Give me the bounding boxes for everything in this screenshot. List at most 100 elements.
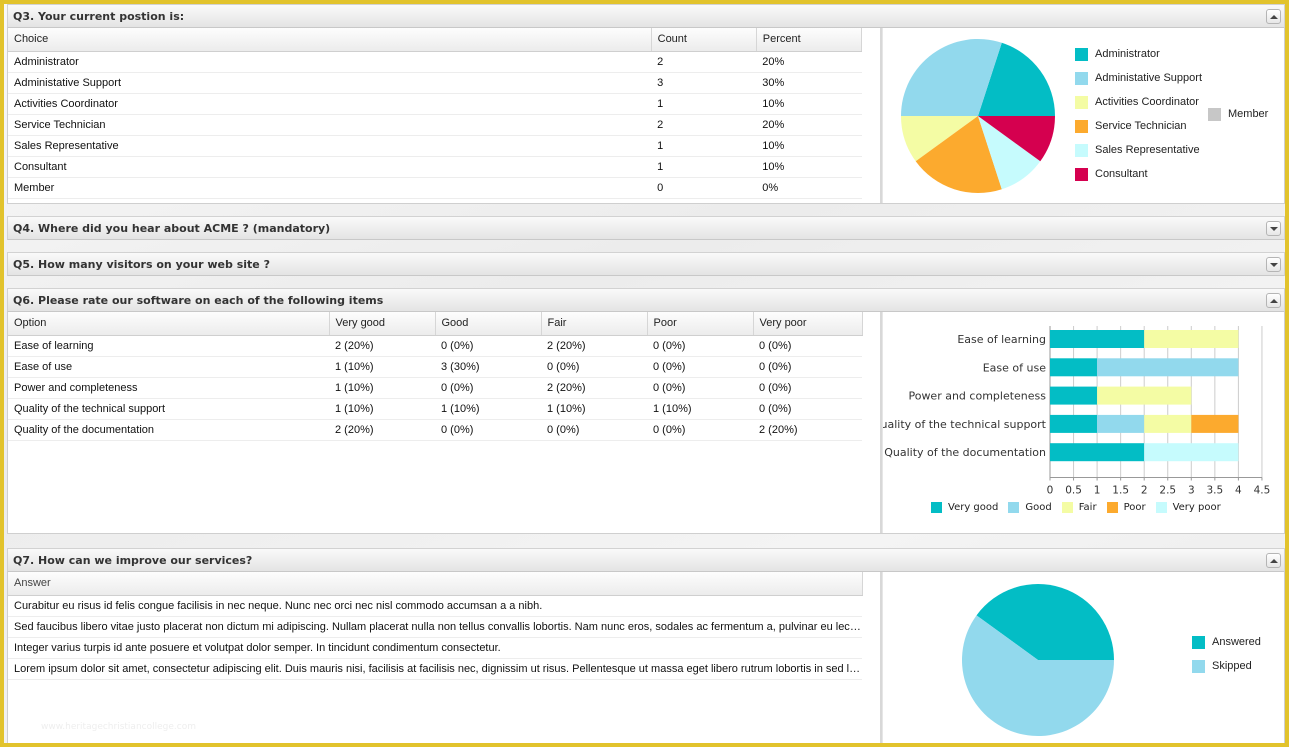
legend-swatch: [1192, 659, 1205, 673]
legend-swatch: [1075, 95, 1088, 109]
table-row[interactable]: Lorem ipsum dolor sit amet, consectetur …: [8, 658, 862, 680]
q4-expand-button[interactable]: [1266, 221, 1281, 236]
x-tick-label: 4.5: [1254, 485, 1271, 497]
column-header-percent[interactable]: Percent: [756, 28, 863, 52]
percent-cell: 10%: [756, 135, 862, 157]
rating-cell: 3 (30%): [435, 356, 541, 378]
bar-segment-very-good[interactable]: [1050, 443, 1145, 462]
legend-item[interactable]: Poor: [1106, 502, 1146, 513]
legend-item[interactable]: Answered: [1192, 630, 1261, 654]
table-row[interactable]: Sed faucibus libero vitae justo placerat…: [8, 616, 862, 638]
table-row[interactable]: Administrator 2 20%: [8, 51, 862, 73]
q7-pie-chart-area: Answered Skipped: [882, 572, 1284, 743]
table-row[interactable]: Service Technician 2 20%: [8, 114, 862, 136]
choice-cell: Sales Representative: [8, 135, 652, 157]
bar-segment-very-poor[interactable]: [1144, 443, 1239, 462]
rating-cell: 0 (0%): [753, 335, 862, 357]
bar-segment-fair[interactable]: [1097, 386, 1192, 405]
legend-item[interactable]: Administative Support: [1075, 66, 1202, 90]
legend-item[interactable]: Skipped: [1192, 654, 1261, 678]
percent-cell: 10%: [756, 93, 862, 115]
bar-segment-fair[interactable]: [1144, 330, 1239, 348]
table-row[interactable]: Activities Coordinator 1 10%: [8, 93, 862, 115]
chevron-down-icon: [1269, 262, 1278, 267]
x-tick-label: 3.5: [1206, 485, 1223, 497]
bar-segment-poor[interactable]: [1191, 414, 1239, 433]
table-row[interactable]: Power and completeness 1 (10%) 0 (0%) 2 (20…: [8, 377, 862, 399]
table-row[interactable]: Curabitur eu risus id felis congue facil…: [8, 595, 862, 617]
q7-panel: Q7. How can we improve our services? Ans…: [7, 548, 1285, 743]
q7-title: Q7. How can we improve our services?: [13, 553, 253, 567]
q5-header[interactable]: Q5. How many visitors on your web site ?: [7, 252, 1285, 276]
q3-header[interactable]: Q3. Your current postion is:: [7, 4, 1285, 28]
legend-item[interactable]: Very poor: [1155, 502, 1221, 513]
column-header-very-good[interactable]: Very good: [329, 312, 436, 336]
chevron-up-icon: [1269, 298, 1278, 303]
column-header-answer[interactable]: Answer: [8, 572, 863, 596]
legend-item[interactable]: Good: [1008, 502, 1052, 513]
legend-swatch: [1075, 47, 1088, 61]
bar-segment-very-good[interactable]: [1050, 414, 1098, 433]
rating-cell: 0 (0%): [753, 356, 862, 378]
legend-swatch: [1192, 635, 1205, 649]
legend-label: Answered: [1212, 636, 1261, 648]
x-tick-label: 0.5: [1065, 485, 1082, 497]
count-cell: 2: [651, 51, 757, 73]
column-header-option[interactable]: Option: [8, 312, 330, 336]
answer-cell: Curabitur eu risus id felis congue facil…: [8, 595, 862, 617]
option-cell: Quality of the documentation: [8, 419, 329, 441]
q5-expand-button[interactable]: [1266, 257, 1281, 272]
bar-segment-good[interactable]: [1097, 358, 1239, 377]
table-row[interactable]: Member 0 0%: [8, 177, 862, 199]
legend-label: Very good: [948, 502, 999, 513]
table-row[interactable]: Ease of learning 2 (20%) 0 (0%) 2 (20%) 0 (0…: [8, 335, 862, 357]
bar-segment-fair[interactable]: [1144, 414, 1192, 433]
bar-segment-very-good[interactable]: [1050, 330, 1145, 348]
table-row[interactable]: Integer varius turpis id ante posuere et…: [8, 637, 862, 659]
legend-label: Member: [1228, 108, 1269, 120]
option-cell: Ease of use: [8, 356, 329, 378]
q7-collapse-button[interactable]: [1266, 553, 1281, 568]
table-row[interactable]: Administative Support 3 30%: [8, 72, 862, 94]
legend-item[interactable]: Service Technician: [1075, 114, 1202, 138]
q7-grid: Answer Curabitur eu risus id felis congu…: [8, 572, 882, 743]
bar-segment-very-good[interactable]: [1050, 386, 1098, 405]
q6-collapse-button[interactable]: [1266, 293, 1281, 308]
legend-item[interactable]: Member: [1208, 102, 1268, 126]
choice-cell: Service Technician: [8, 114, 652, 136]
column-header-fair[interactable]: Fair: [541, 312, 648, 336]
bar-segment-very-good[interactable]: [1050, 358, 1098, 377]
count-cell: 2: [651, 114, 757, 136]
q3-legend: Administrator Administative Support Activi…: [1075, 42, 1202, 186]
legend-label: Poor: [1123, 502, 1146, 513]
table-row[interactable]: Sales Representative 1 10%: [8, 135, 862, 157]
table-row[interactable]: Ease of use 1 (10%) 3 (30%) 0 (0%) 0 (0%) 0 (…: [8, 356, 862, 378]
rating-cell: 0 (0%): [753, 398, 862, 420]
legend-swatch: [1075, 167, 1088, 181]
legend-item[interactable]: Activities Coordinator: [1075, 90, 1202, 114]
column-header-very-poor[interactable]: Very poor: [753, 312, 863, 336]
table-row[interactable]: Consultant 1 10%: [8, 156, 862, 178]
column-header-poor[interactable]: Poor: [647, 312, 754, 336]
legend-item[interactable]: Fair: [1061, 502, 1097, 513]
q3-collapse-button[interactable]: [1266, 9, 1281, 24]
column-header-choice[interactable]: Choice: [8, 28, 652, 52]
q4-header[interactable]: Q4. Where did you hear about ACME ? (man…: [7, 216, 1285, 240]
table-row[interactable]: Quality of the technical support 1 (10%) 1…: [8, 398, 862, 420]
count-cell: 3: [651, 72, 757, 94]
q7-header[interactable]: Q7. How can we improve our services?: [7, 548, 1285, 572]
legend-item[interactable]: Very good: [931, 502, 998, 513]
answer-cell: Sed faucibus libero vitae justo placerat…: [8, 616, 862, 638]
bar-segment-good[interactable]: [1097, 414, 1145, 433]
legend-item[interactable]: Administrator: [1075, 42, 1202, 66]
q6-header[interactable]: Q6. Please rate our software on each of …: [7, 288, 1285, 312]
legend-item[interactable]: Sales Representative: [1075, 138, 1202, 162]
q3-pie-chart: [901, 38, 1055, 194]
column-header-count[interactable]: Count: [651, 28, 757, 52]
column-header-good[interactable]: Good: [435, 312, 542, 336]
legend-swatch: [1075, 71, 1088, 85]
table-row[interactable]: Quality of the documentation 2 (20%) 0 (0%…: [8, 419, 862, 441]
legend-item[interactable]: Consultant: [1075, 162, 1202, 186]
legend-label: Very poor: [1172, 502, 1221, 513]
legend-label: Consultant: [1095, 168, 1148, 180]
